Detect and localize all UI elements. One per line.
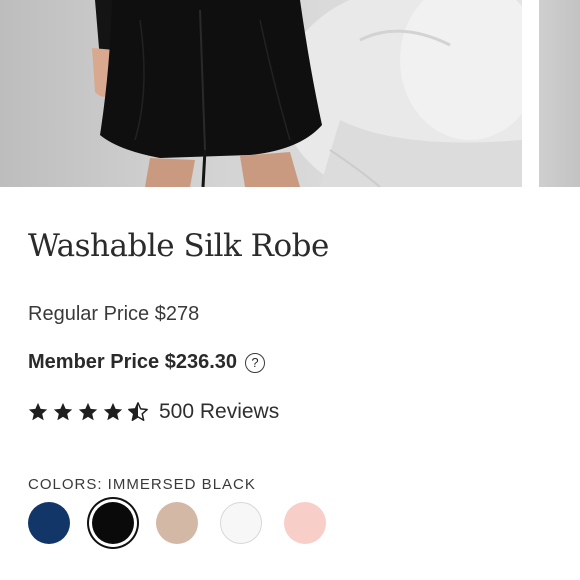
- swatch-taupe[interactable]: [156, 502, 198, 544]
- next-product-image[interactable]: [539, 0, 580, 187]
- question-circle-icon[interactable]: ?: [245, 352, 266, 373]
- star-icon: [103, 402, 123, 421]
- swatch-blush[interactable]: [284, 502, 326, 544]
- colors-label: COLORS: IMMERSED BLACK: [28, 476, 256, 493]
- star-icon: [28, 402, 48, 421]
- swatch-navy[interactable]: [28, 502, 70, 544]
- star-icon: [53, 402, 73, 421]
- regular-price: Regular Price $278: [28, 303, 200, 325]
- product-title: Washable Silk Robe: [28, 228, 329, 264]
- half-star-icon: [128, 402, 148, 421]
- swatch-immersed-black[interactable]: [92, 502, 134, 544]
- rating-row[interactable]: 500 Reviews: [27, 400, 279, 424]
- reviews-link[interactable]: 500 Reviews: [159, 400, 279, 424]
- star-rating: [27, 401, 149, 423]
- product-page: Washable Silk Robe Regular Price $278 Me…: [0, 0, 580, 580]
- robe-photo-illustration: [92, 0, 522, 187]
- product-image-carousel[interactable]: [0, 0, 580, 187]
- color-swatches: [28, 502, 326, 544]
- member-price-row: Member Price $236.30 ?: [28, 351, 266, 374]
- swatch-white[interactable]: [220, 502, 262, 544]
- member-price: Member Price $236.30: [28, 351, 238, 373]
- product-image[interactable]: [0, 0, 522, 187]
- star-icon: [78, 402, 98, 421]
